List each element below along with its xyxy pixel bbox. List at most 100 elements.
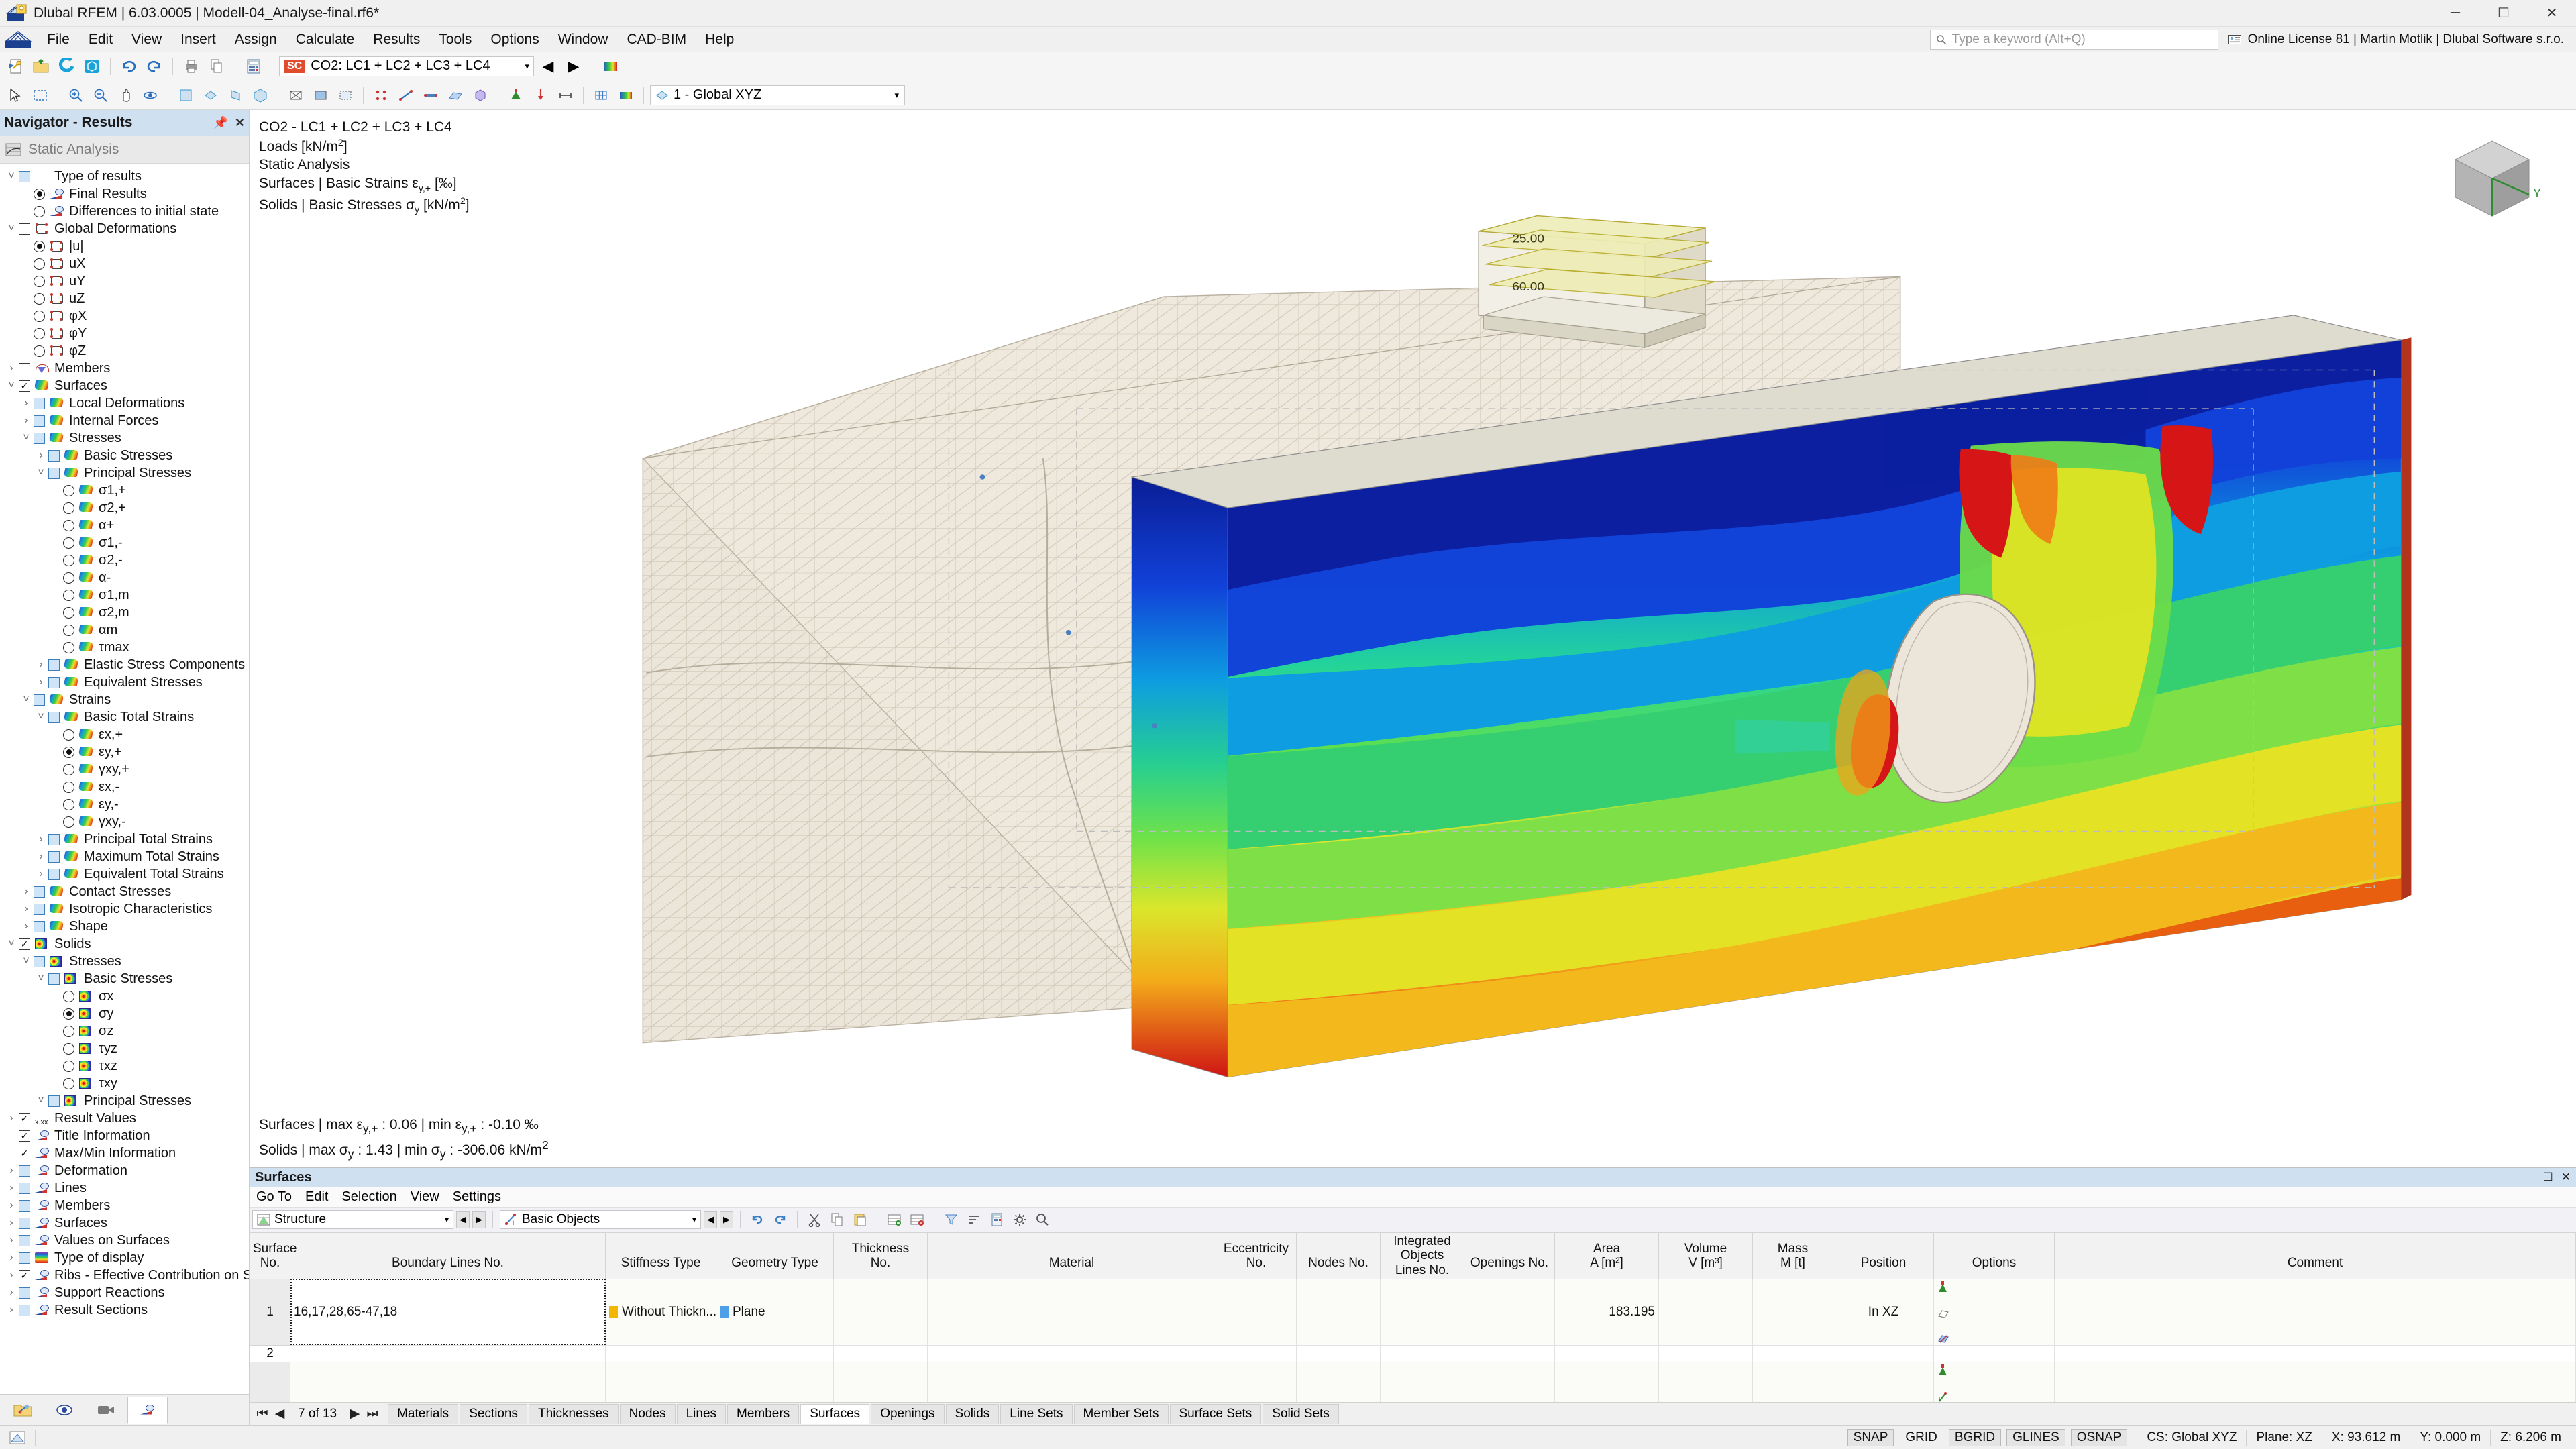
tree-item-title-information[interactable]: ✓ Title Information (0, 1127, 249, 1144)
cell-geometry-type[interactable]: Plane (716, 1278, 834, 1346)
tree-item-u[interactable]: |u| (0, 237, 249, 255)
close-button[interactable]: ✕ (2528, 0, 2576, 27)
tree-expander[interactable]: ˅ (4, 938, 19, 950)
menu-file[interactable]: File (38, 29, 79, 50)
view-front-icon[interactable] (174, 84, 197, 107)
tree-radio[interactable] (34, 205, 45, 217)
table-header-cell[interactable]: Thickness No. (833, 1232, 928, 1279)
supports-icon[interactable] (504, 84, 527, 107)
table-row[interactable]: 319-26,36-45,27Without Thickn...Plane 50.… (250, 1361, 2576, 1402)
table-undo-icon[interactable] (747, 1210, 767, 1230)
view-selector-combo[interactable]: 1 - Global XYZ ▾ (650, 85, 905, 105)
cell-area[interactable]: 50.040 (1554, 1361, 1659, 1402)
delete-row-icon[interactable] (907, 1210, 927, 1230)
option-axis-icon[interactable] (1937, 1391, 2051, 1402)
tree-item-max[interactable]: τmax (0, 639, 249, 656)
settings-gear-icon[interactable] (1010, 1210, 1030, 1230)
tree-checkbox-checked[interactable]: ✓ (19, 938, 30, 950)
table-tab-strip[interactable]: Materials Sections Thicknesses Nodes Lines Me… (388, 1403, 1340, 1424)
tree-item-internal-forces[interactable]: › Internal Forces (0, 412, 249, 429)
chevron-down-icon[interactable]: ▾ (445, 1215, 449, 1224)
tree-radio[interactable] (63, 554, 74, 566)
tree-checkbox[interactable] (34, 885, 45, 898)
tree-item-isotropic-characteristics[interactable]: › Isotropic Characteristics (0, 900, 249, 918)
tree-item-contact-stresses[interactable]: › Contact Stresses (0, 883, 249, 900)
copy-icon[interactable] (205, 55, 228, 78)
tree-radio-selected[interactable] (63, 746, 74, 758)
table-tab-lines[interactable]: Lines (676, 1403, 727, 1424)
tree-item-support-reactions[interactable]: › Support Reactions (0, 1284, 249, 1301)
navigator-tab-display[interactable] (44, 1397, 85, 1424)
tree-item-stresses[interactable]: ˅ Stresses (0, 953, 249, 970)
tree-item-basic-stresses[interactable]: › Basic Stresses (0, 447, 249, 464)
tree-item-x[interactable]: φX (0, 307, 249, 325)
tree-item-item[interactable]: α+ (0, 517, 249, 534)
cell-options[interactable] (1933, 1361, 2055, 1402)
cell-comment[interactable] (2054, 1361, 2576, 1402)
objects-prev-button[interactable]: ◀ (704, 1211, 717, 1228)
tree-checkbox[interactable] (34, 694, 45, 706)
toggle-grid[interactable]: GRID (1899, 1429, 1943, 1446)
tree-checkbox-checked[interactable]: ✓ (19, 1269, 30, 1281)
tree-expander[interactable]: › (34, 659, 48, 671)
license-info[interactable]: Online License 81 | Martin Motlik | Dlub… (2227, 32, 2564, 47)
tree-checkbox[interactable] (48, 851, 60, 863)
structure-combo[interactable]: Structure ▾ (252, 1210, 453, 1229)
new-model-icon[interactable] (4, 55, 27, 78)
objects-combo[interactable]: I Basic Objects ▾ (500, 1210, 701, 1229)
table-tab-member-sets[interactable]: Member Sets (1073, 1403, 1169, 1424)
render-model-icon[interactable] (80, 55, 103, 78)
tree-checkbox[interactable] (34, 397, 45, 409)
tree-item-surfaces[interactable]: › Surfaces (0, 1214, 249, 1232)
tree-item-stresses[interactable]: ˅ Stresses (0, 429, 249, 447)
sort-icon[interactable] (964, 1210, 984, 1230)
navigator-tab-views[interactable] (86, 1397, 126, 1424)
tree-radio[interactable] (34, 310, 45, 322)
cell-surface-no[interactable]: 3 (250, 1361, 290, 1402)
table-tab-thicknesses[interactable]: Thicknesses (529, 1403, 619, 1424)
navigator-tab-model[interactable] (3, 1397, 43, 1424)
loads-icon[interactable] (529, 84, 552, 107)
tree-item-2-m[interactable]: σ2,m (0, 604, 249, 621)
dimensions-icon[interactable] (554, 84, 577, 107)
table-header-cell[interactable]: Integrated Objects Lines No. (1380, 1232, 1464, 1279)
cell-comment[interactable] (2054, 1278, 2576, 1346)
table-row[interactable]: 2 (250, 1344, 2576, 1362)
tree-item-type-of-results[interactable]: ˅ Type of results (0, 168, 249, 185)
table-tab-materials[interactable]: Materials (388, 1403, 459, 1424)
tree-expander[interactable]: › (34, 833, 48, 845)
calculator-icon[interactable] (987, 1210, 1007, 1230)
tree-expander[interactable]: › (19, 885, 34, 898)
load-case-combo[interactable]: SC CO2: LC1 + LC2 + LC3 + LC4 ▾ (279, 56, 534, 76)
tree-radio[interactable] (34, 292, 45, 305)
tree-radio[interactable] (63, 990, 74, 1002)
cell-thickness-no[interactable] (833, 1361, 928, 1402)
tree-item-xy[interactable]: τxy (0, 1075, 249, 1092)
tree-item-y[interactable]: σy (0, 1005, 249, 1022)
tree-radio[interactable] (63, 763, 74, 775)
navigator-close-icon[interactable]: ✕ (235, 116, 245, 130)
tree-checkbox[interactable] (19, 170, 30, 182)
tree-checkbox[interactable] (48, 833, 60, 845)
tree-item-result-values[interactable]: › ✓ x.xx Result Values (0, 1110, 249, 1127)
option-mesh-icon[interactable] (1937, 1308, 2051, 1319)
toggle-glines[interactable]: GLINES (2006, 1428, 2065, 1446)
tree-checkbox[interactable] (48, 1095, 60, 1107)
menu-cad-bim[interactable]: CAD-BIM (617, 29, 696, 50)
cell-boundary-lines[interactable]: 16,17,28,65-47,18 (290, 1278, 606, 1346)
table-header-cell[interactable]: Stiffness Type (605, 1232, 716, 1279)
tree-checkbox[interactable] (19, 1287, 30, 1299)
tree-checkbox[interactable] (34, 955, 45, 967)
table-menu-selection[interactable]: Selection (341, 1189, 396, 1205)
first-page-button[interactable]: ⏮ (254, 1405, 271, 1423)
cell-stiffness-type[interactable]: Without Thickn... (605, 1361, 716, 1402)
cell-eccentricity-no[interactable] (1216, 1361, 1297, 1402)
table-header-cell[interactable]: Eccentricity No. (1216, 1232, 1297, 1279)
tree-radio[interactable] (34, 275, 45, 287)
tree-expander[interactable]: ˅ (19, 432, 34, 444)
table-menu-view[interactable]: View (411, 1189, 439, 1205)
tree-item-1-m[interactable]: σ1,m (0, 586, 249, 604)
results-display-icon[interactable] (614, 84, 637, 107)
tree-radio[interactable] (63, 1025, 74, 1037)
wireframe-icon[interactable] (284, 84, 307, 107)
